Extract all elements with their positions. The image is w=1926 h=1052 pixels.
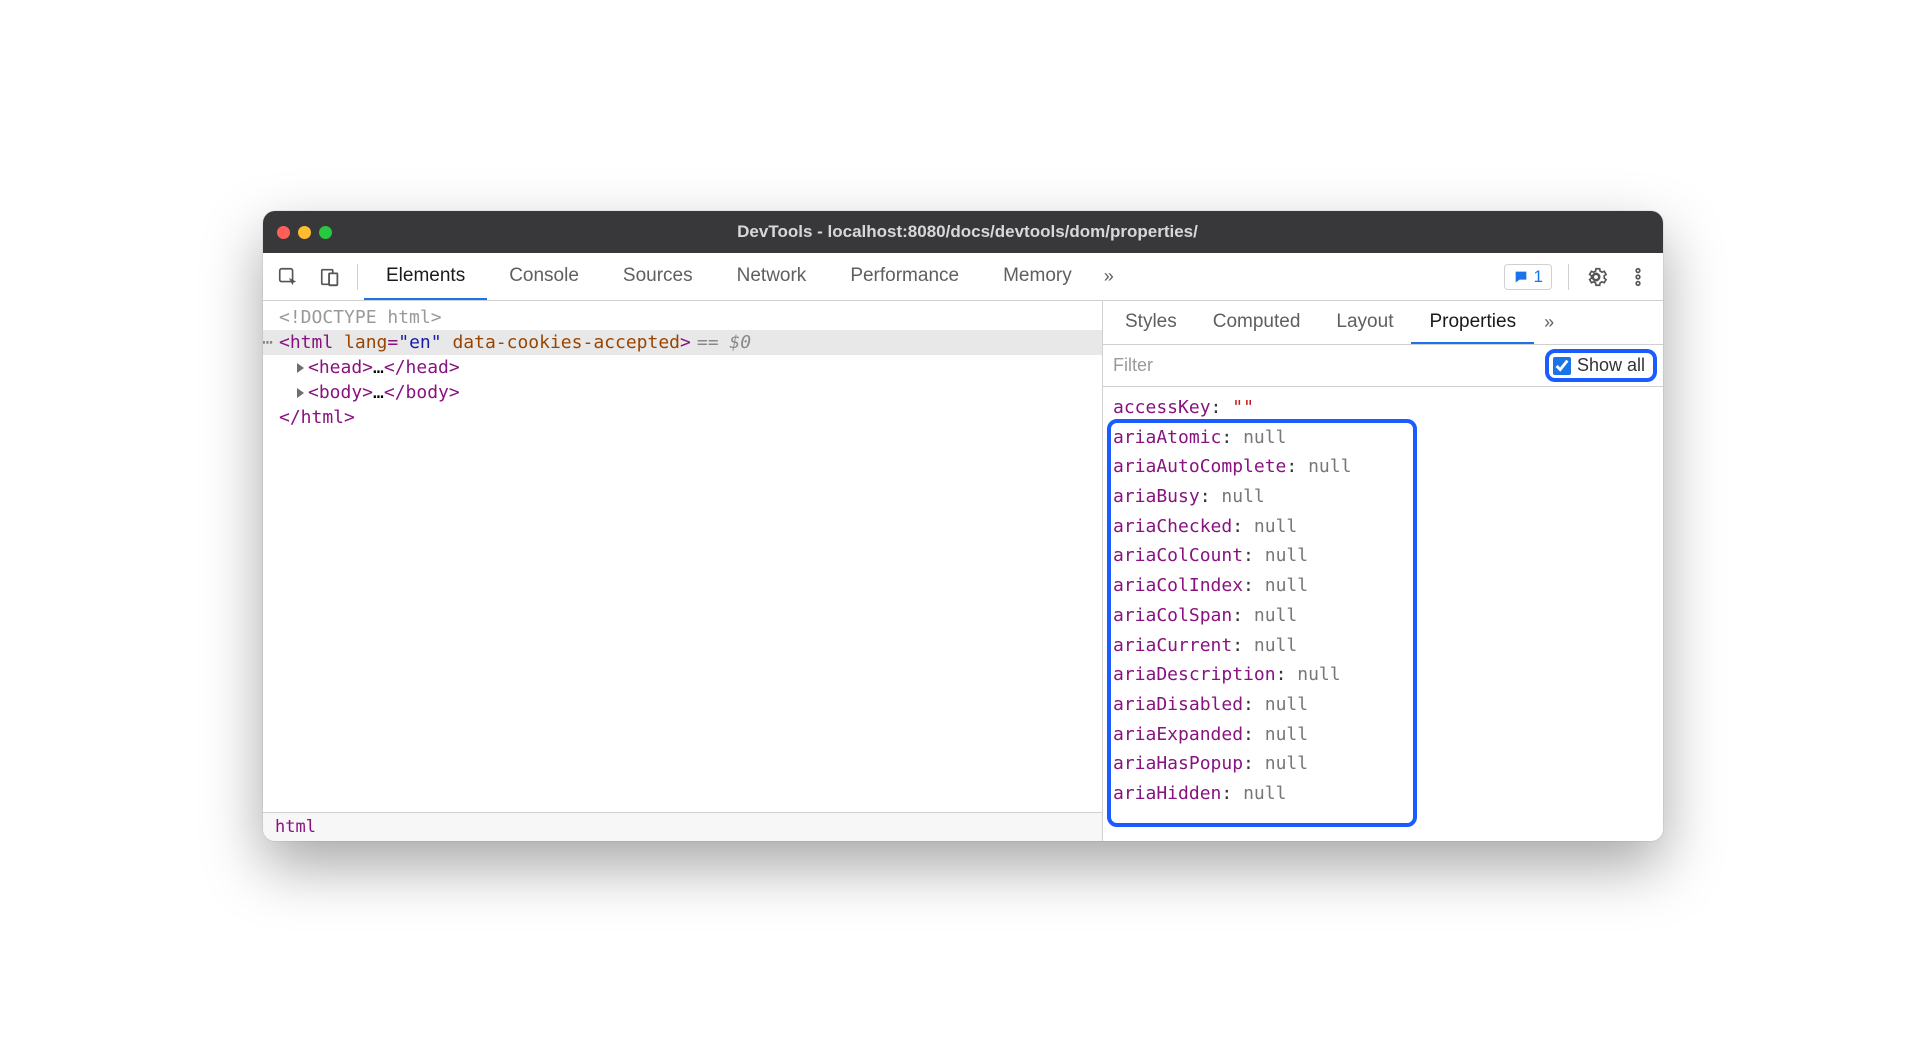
properties-list[interactable]: accessKey: ""ariaAtomic: nullariaAutoCom…: [1103, 387, 1663, 841]
tab-performance[interactable]: Performance: [828, 253, 981, 300]
show-all-checkbox[interactable]: [1553, 357, 1571, 375]
property-row[interactable]: ariaHidden: null: [1113, 779, 1653, 809]
property-row[interactable]: ariaAtomic: null: [1113, 423, 1653, 453]
sidebar-tab-properties[interactable]: Properties: [1411, 301, 1534, 344]
property-row[interactable]: accessKey: "": [1113, 393, 1653, 423]
dom-body-element[interactable]: <body>…</body>: [263, 380, 1102, 405]
property-row[interactable]: ariaDescription: null: [1113, 660, 1653, 690]
more-sidebar-tabs-icon[interactable]: »: [1534, 312, 1564, 333]
property-row[interactable]: ariaBusy: null: [1113, 482, 1653, 512]
tab-console[interactable]: Console: [487, 253, 601, 300]
dom-html-close[interactable]: </html>: [263, 405, 1102, 430]
dom-tree[interactable]: <!DOCTYPE html> <html lang="en" data-coo…: [263, 301, 1102, 812]
tab-network[interactable]: Network: [715, 253, 829, 300]
show-all-label: Show all: [1577, 355, 1645, 376]
minimize-icon[interactable]: [298, 226, 311, 239]
main-toolbar: ElementsConsoleSourcesNetworkPerformance…: [263, 253, 1663, 301]
sidebar-tabs: StylesComputedLayoutProperties »: [1103, 301, 1663, 345]
tab-sources[interactable]: Sources: [601, 253, 715, 300]
window-controls: [277, 226, 332, 239]
sidebar-tab-layout[interactable]: Layout: [1318, 301, 1411, 344]
expand-icon[interactable]: [297, 363, 304, 373]
property-row[interactable]: ariaColCount: null: [1113, 541, 1653, 571]
filter-row: Show all: [1103, 345, 1663, 387]
dom-html-element[interactable]: <html lang="en" data-cookies-accepted>==…: [263, 330, 1102, 355]
property-row[interactable]: ariaAutoComplete: null: [1113, 452, 1653, 482]
settings-icon[interactable]: [1575, 253, 1617, 301]
titlebar: DevTools - localhost:8080/docs/devtools/…: [263, 211, 1663, 253]
separator: [1568, 264, 1569, 290]
property-row[interactable]: ariaHasPopup: null: [1113, 749, 1653, 779]
more-tabs-icon[interactable]: »: [1094, 266, 1124, 287]
close-icon[interactable]: [277, 226, 290, 239]
inspect-element-icon[interactable]: [267, 253, 309, 301]
property-row[interactable]: ariaChecked: null: [1113, 512, 1653, 542]
devtools-window: DevTools - localhost:8080/docs/devtools/…: [263, 211, 1663, 841]
maximize-icon[interactable]: [319, 226, 332, 239]
property-row[interactable]: ariaCurrent: null: [1113, 631, 1653, 661]
breadcrumb[interactable]: html: [263, 812, 1102, 841]
sidebar-tab-computed[interactable]: Computed: [1195, 301, 1319, 344]
kebab-menu-icon[interactable]: [1617, 253, 1659, 301]
separator: [357, 264, 358, 290]
tab-memory[interactable]: Memory: [981, 253, 1094, 300]
main-tabs: ElementsConsoleSourcesNetworkPerformance…: [364, 253, 1094, 300]
filter-input[interactable]: [1113, 355, 1545, 376]
body-split: <!DOCTYPE html> <html lang="en" data-coo…: [263, 301, 1663, 841]
property-row[interactable]: ariaExpanded: null: [1113, 720, 1653, 750]
property-row[interactable]: ariaColIndex: null: [1113, 571, 1653, 601]
dom-head-element[interactable]: <head>…</head>: [263, 355, 1102, 380]
device-toolbar-icon[interactable]: [309, 253, 351, 301]
sidebar-tab-styles[interactable]: Styles: [1107, 301, 1195, 344]
expand-icon[interactable]: [297, 388, 304, 398]
tab-elements[interactable]: Elements: [364, 253, 487, 300]
show-all-toggle[interactable]: Show all: [1545, 349, 1657, 382]
property-row[interactable]: ariaColSpan: null: [1113, 601, 1653, 631]
dom-doctype[interactable]: <!DOCTYPE html>: [263, 305, 1102, 330]
issues-count: 1: [1534, 267, 1543, 287]
elements-panel: <!DOCTYPE html> <html lang="en" data-coo…: [263, 301, 1103, 841]
window-title: DevTools - localhost:8080/docs/devtools/…: [346, 222, 1649, 242]
property-row[interactable]: ariaDisabled: null: [1113, 690, 1653, 720]
issues-badge[interactable]: 1: [1504, 264, 1552, 290]
sidebar-panel: StylesComputedLayoutProperties » Show al…: [1103, 301, 1663, 841]
